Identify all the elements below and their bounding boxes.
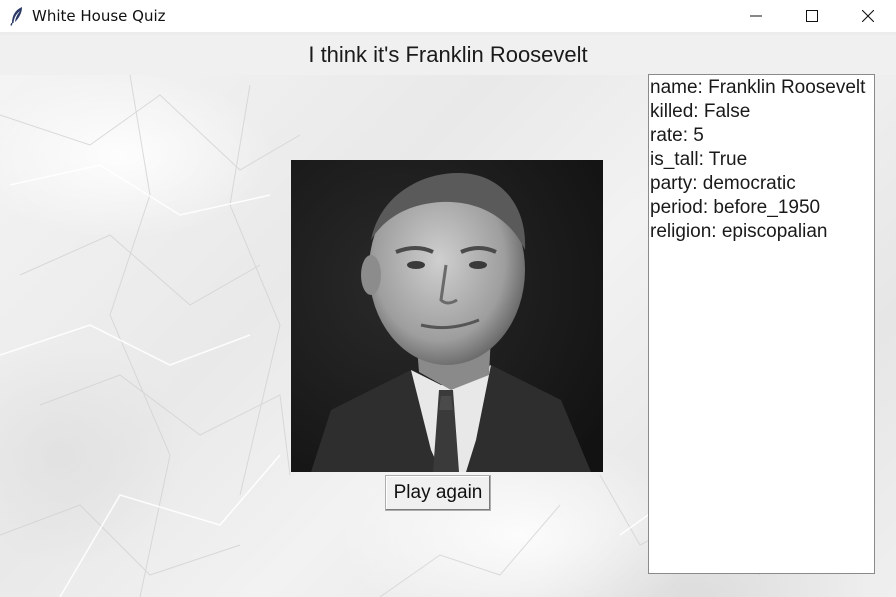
info-name: name: Franklin Roosevelt: [650, 77, 866, 98]
info-is-tall: is_tall: True: [650, 149, 748, 170]
heading-bar: I think it's Franklin Roosevelt: [0, 35, 896, 75]
info-rate: rate: 5: [650, 125, 704, 146]
guess-heading: I think it's Franklin Roosevelt: [308, 42, 588, 67]
maximize-button[interactable]: [784, 0, 840, 32]
president-info-panel[interactable]: name: Franklin Roosevelt killed: False r…: [648, 74, 875, 574]
window-title: White House Quiz: [32, 7, 166, 25]
title-bar[interactable]: White House Quiz: [0, 0, 896, 32]
minimize-button[interactable]: [728, 0, 784, 32]
feather-icon: [9, 6, 25, 26]
info-killed: killed: False: [650, 101, 751, 122]
app-window: White House Quiz I think it's Franklin R…: [0, 0, 896, 597]
president-portrait: [291, 160, 603, 472]
info-period: period: before_1950: [650, 197, 821, 218]
info-party: party: democratic: [650, 173, 796, 194]
play-again-button[interactable]: Play again: [385, 475, 491, 511]
close-icon: [862, 10, 874, 22]
info-religion: religion: episcopalian: [650, 221, 828, 242]
maximize-icon: [806, 10, 818, 22]
close-button[interactable]: [840, 0, 896, 32]
minimize-icon: [750, 15, 762, 17]
